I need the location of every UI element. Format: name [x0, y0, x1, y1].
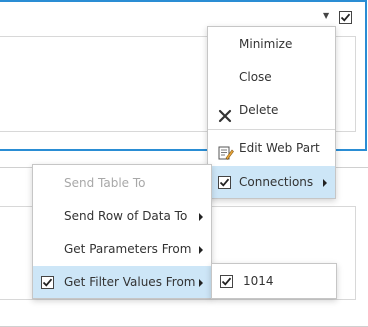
menu-item-get-parameters-from[interactable]: Get Parameters From [33, 233, 211, 265]
menu-item-label: Minimize [239, 37, 293, 51]
submenu-arrow-icon [199, 213, 203, 221]
submenu-arrow-icon [323, 179, 327, 187]
menu-item-label: Connections [239, 175, 314, 189]
menu-item-close[interactable]: Close [208, 61, 335, 93]
menu-item-send-row-of-data-to[interactable]: Send Row of Data To [33, 200, 211, 232]
checkbox-checked-icon [218, 176, 231, 189]
menu-item-send-table-to: Send Table To [33, 167, 211, 199]
submenu-arrow-icon [199, 279, 203, 287]
close-icon [218, 103, 232, 123]
submenu-arrow-icon [199, 246, 203, 254]
menu-item-label: Get Filter Values From [64, 275, 196, 289]
menu-item-delete[interactable]: Delete [208, 94, 335, 126]
web-part-menu: Minimize Close Delete Edit Web Part Conn… [207, 26, 336, 199]
menu-item-label: Send Table To [64, 176, 146, 190]
menu-item-label: 1014 [243, 274, 274, 288]
checkbox-checked-icon [220, 275, 233, 288]
menu-item-label: Delete [239, 103, 279, 117]
chevron-down-icon[interactable]: ▼ [323, 12, 331, 20]
menu-item-label: Send Row of Data To [64, 209, 188, 223]
checkbox-checked-icon [41, 276, 54, 289]
menu-item-label: Get Parameters From [64, 242, 192, 256]
menu-item-connections[interactable]: Connections [208, 166, 335, 198]
menu-item-minimize[interactable]: Minimize [208, 28, 335, 60]
menu-item-get-filter-values-from[interactable]: Get Filter Values From [33, 266, 211, 298]
menu-item-edit-web-part[interactable]: Edit Web Part [208, 132, 335, 164]
menu-item-1014[interactable]: 1014 [212, 265, 336, 297]
web-part-select-checkbox[interactable] [339, 11, 352, 24]
menu-item-label: Edit Web Part [239, 141, 320, 155]
filter-values-submenu: 1014 [211, 263, 337, 299]
menu-divider [208, 129, 335, 130]
menu-item-label: Close [239, 70, 272, 84]
connections-submenu: Send Table To Send Row of Data To Get Pa… [32, 164, 212, 299]
edit-icon [218, 141, 234, 160]
